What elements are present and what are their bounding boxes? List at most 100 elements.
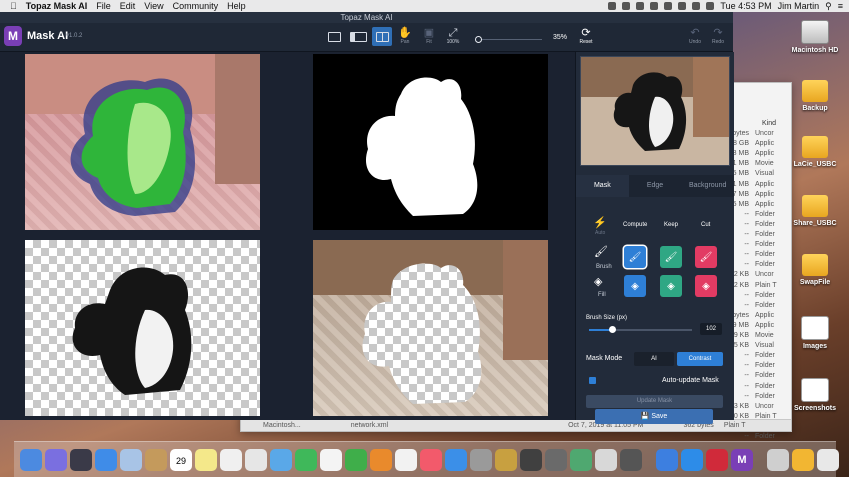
compass-icon[interactable] [656,448,678,471]
keep-fill-button[interactable]: ◈ [660,275,682,297]
background-view[interactable] [313,240,548,416]
wifi-icon[interactable] [678,2,687,10]
folder-stack-icon[interactable] [792,448,814,471]
menu-community[interactable]: Community [173,1,219,11]
terminal-icon[interactable] [520,448,542,471]
photos-icon[interactable] [245,448,267,471]
finder-row[interactable]: 12 KB Plain T [727,282,787,289]
finder-row[interactable]: --Folder [727,362,787,369]
mail-icon[interactable] [320,448,342,471]
brush-size-handle[interactable] [608,326,616,333]
siri-icon[interactable] [45,448,67,471]
tray-icon[interactable] [650,2,659,10]
finder-row[interactable]: 58 GB Applic [727,140,787,147]
numbers-icon[interactable] [345,448,367,471]
menu-view[interactable]: View [144,1,163,11]
desktop-icon-share[interactable]: Share_USBC [785,195,845,227]
tray-icon[interactable] [636,2,645,10]
system-preferences-icon[interactable] [470,448,492,471]
menu-app-name[interactable]: Topaz Mask AI [26,1,88,11]
compute-fill-button[interactable]: ◈ [624,275,646,297]
finder-path-drive[interactable]: Macintosh... [263,422,301,429]
split-view-button[interactable] [348,27,368,46]
finder-icon[interactable] [20,448,42,471]
desktop-icon-images[interactable]: Images [785,316,845,350]
finder-row[interactable]: 1 MB Movie [727,160,787,167]
facetime-icon[interactable] [295,448,317,471]
finder-row[interactable]: --Folder [727,241,787,248]
finder-row[interactable]: 3 KB Uncor [727,403,787,410]
tab-background[interactable]: Background [681,175,734,197]
finder-row[interactable]: 7 MB Applic [727,191,787,198]
brush-icon[interactable]: 🖌 [594,245,608,258]
finder-row[interactable]: --Folder [727,372,787,379]
app-store-icon[interactable] [445,448,467,471]
apple-menu-icon[interactable]:  [10,1,17,11]
printer-icon[interactable] [620,448,642,471]
search-icon[interactable]: ⚲ [825,1,832,12]
finder-row[interactable]: bytes Applic [727,312,787,319]
finder-row[interactable]: 69 KB Movie [727,332,787,339]
calendar-icon[interactable]: 29 [170,448,192,471]
downloads-stack-icon[interactable] [767,448,789,471]
keep-brush-button[interactable]: 🖌 [660,246,682,268]
mask-mode-contrast[interactable]: Contrast [677,352,723,366]
quad-view-button[interactable] [372,27,392,46]
menu-help[interactable]: Help [227,1,246,11]
undo-button[interactable]: ↶ Undo [686,27,704,45]
finder-row[interactable]: --Folder [727,231,787,238]
news-icon[interactable] [395,448,417,471]
finder-row[interactable]: bytes Uncor [727,130,787,137]
utility-icon[interactable] [495,448,517,471]
keynote-icon[interactable] [370,448,392,471]
finder-row[interactable]: --Folder [727,393,787,400]
safari-icon[interactable] [95,448,117,471]
contacts-icon[interactable] [145,448,167,471]
volume-icon[interactable] [692,2,701,10]
menu-list-icon[interactable]: ≡ [838,1,843,11]
menu-edit[interactable]: Edit [120,1,136,11]
finder-kind-header[interactable]: Kind [762,120,776,127]
finder-row[interactable]: --Folder [727,251,787,258]
reset-button[interactable]: ⟳ Reset [577,27,595,45]
redo-button[interactable]: ↷ Redo [709,27,727,45]
finder-row[interactable]: --Folder [727,211,787,218]
image-canvas[interactable] [0,52,575,420]
menu-clock[interactable]: Tue 4:53 PM [720,1,771,11]
zoom-slider[interactable] [478,39,542,40]
tray-icon[interactable] [622,2,631,10]
tray-icon[interactable] [664,2,673,10]
notes-icon[interactable] [195,448,217,471]
finder-row[interactable]: 8 MB Applic [727,150,787,157]
finder-row[interactable]: --Folder [727,383,787,390]
zoom-slider-handle[interactable] [475,36,482,43]
trash-icon[interactable] [817,448,839,471]
cutout-view[interactable] [25,240,260,416]
vpn-icon[interactable] [706,448,728,471]
finder-row[interactable]: --Folder [727,302,787,309]
messages-icon[interactable] [270,448,292,471]
fit-button[interactable]: ▣ Fit [421,27,437,45]
finder-path-file[interactable]: network.xml [351,422,388,429]
launchpad-icon[interactable] [70,448,92,471]
r-app-icon[interactable] [595,448,617,471]
brush-size-input[interactable]: 102 [700,323,722,335]
desktop-icon-screenshots[interactable]: Screenshots [785,378,845,412]
teamviewer-icon[interactable] [681,448,703,471]
desktop-icon-backup[interactable]: Backup [785,80,845,112]
desktop-icon-swapfile[interactable]: SwapFile [785,254,845,286]
tab-mask[interactable]: Mask [576,175,629,197]
finder-row[interactable]: 15 KB Visual [727,342,787,349]
brush-size-slider[interactable] [589,329,692,331]
mask-ai-dock-icon[interactable]: M [731,448,753,471]
finder-row[interactable]: 5 MB Visual [727,170,787,177]
editor-icon[interactable] [570,448,592,471]
cut-brush-button[interactable]: 🖌 [695,246,717,268]
zoom-100-button[interactable]: ⤢ 100% [443,27,463,45]
navigator-thumbnail[interactable] [580,56,730,166]
reminders-icon[interactable] [220,448,242,471]
fill-bucket-icon[interactable]: ◈ [594,275,602,288]
save-button[interactable]: 💾 Save [595,409,713,424]
finder-row[interactable]: --Folder [727,433,787,440]
menu-user[interactable]: Jim Martin [778,1,820,11]
